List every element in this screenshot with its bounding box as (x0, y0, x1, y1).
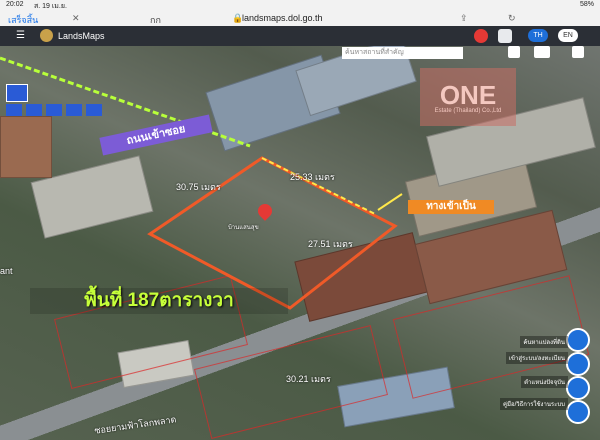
layers-tool-icon[interactable] (6, 84, 28, 102)
browser-bar: เสร็จสิ้น ✕ กก 🔒 landsmaps.dol.go.th ⇪ ↻ (0, 10, 600, 27)
side-label-login[interactable]: เข้าสู่ระบบ/ลงทะเบียน (505, 352, 568, 364)
app-title: LandsMaps (58, 31, 105, 41)
landmark-search-input[interactable]: ค้นหาสถานที่สำคัญ (342, 47, 463, 59)
grid-icon[interactable] (534, 46, 550, 58)
dimension-top-right: 25.33 เมตร (290, 172, 335, 182)
share-icon[interactable]: ⇪ (460, 13, 468, 24)
access-label: ทางเข้าเป็น (408, 200, 494, 214)
watermark-text: ONE (439, 80, 497, 110)
layers-icon[interactable] (572, 46, 584, 58)
help-button[interactable] (566, 400, 590, 424)
circle-tool-icon[interactable] (86, 104, 102, 116)
url-text[interactable]: landsmaps.dol.go.th (242, 13, 323, 23)
reload-icon[interactable]: ↻ (508, 13, 516, 24)
dimension-bottom: 30.21 เมตร (286, 374, 331, 384)
watermark-logo: ONE Estate (Thailand) Co.,Ltd (420, 68, 516, 126)
polygon-tool-icon[interactable] (66, 104, 82, 116)
done-button[interactable]: เสร็จสิ้น (8, 13, 38, 27)
access-arrow (377, 193, 403, 211)
draw-tool-icon[interactable] (6, 104, 22, 116)
line-tool-icon[interactable] (46, 104, 62, 116)
map-edge-text: ant (0, 266, 13, 276)
side-label-search[interactable]: ค้นหาแปลงที่ดิน (520, 336, 568, 348)
draw-toolbar (6, 104, 191, 116)
menu-icon[interactable]: ☰ (16, 30, 25, 41)
measure-tool-icon[interactable] (26, 104, 42, 116)
close-icon[interactable]: ✕ (72, 13, 80, 24)
watermark-subtext: Estate (Thailand) Co.,Ltd (434, 108, 502, 114)
text-size-button[interactable]: กก (150, 13, 161, 27)
status-time: 20:02 (6, 1, 24, 8)
app-header: ☰ LandsMaps TH EN (0, 26, 600, 46)
side-label-help[interactable]: คู่มือ/วิธีการใช้งานระบบ (500, 398, 568, 410)
area-label: พื้นที่ 187ตารางวา (30, 288, 288, 314)
pin-caption: บ้านแสนสุข (228, 225, 259, 231)
dimension-top: 30.75 เมตร (176, 182, 221, 192)
status-bar: 20:02 ส. 19 เม.ย. 58% (0, 0, 600, 10)
search-icon[interactable] (474, 29, 488, 43)
lang-en-button[interactable]: EN (558, 29, 578, 42)
battery-level: 58% (579, 1, 594, 8)
parcel-search-button[interactable] (566, 328, 590, 352)
satellite-map[interactable]: ถนนเข้าซอย ทางเข้าเป็น พื้นที่ 187ตารางว… (0, 46, 600, 440)
login-button[interactable] (566, 352, 590, 376)
current-location-button[interactable] (566, 376, 590, 400)
user-icon[interactable] (498, 29, 512, 43)
side-label-location[interactable]: ตำแหน่งปัจจุบัน (521, 376, 568, 388)
dol-logo (40, 29, 53, 42)
lang-th-button[interactable]: TH (528, 29, 548, 42)
dimension-right: 27.51 เมตร (308, 239, 353, 249)
home-icon[interactable] (508, 46, 520, 58)
